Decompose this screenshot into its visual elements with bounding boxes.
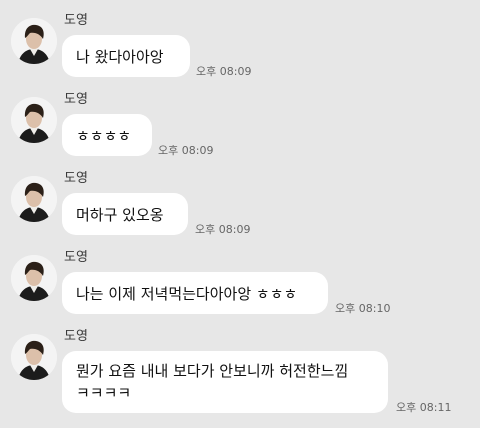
profile-photo-icon	[11, 255, 57, 301]
message-bubble[interactable]: 머하구 있오옹	[62, 193, 188, 235]
message-timestamp: 오후 08:09	[196, 65, 252, 78]
profile-photo-icon	[11, 18, 57, 64]
message-timestamp: 오후 08:09	[158, 144, 214, 157]
message-text: 나는 이제 저녁먹는다아아앙 ㅎㅎㅎ	[76, 284, 298, 303]
message-timestamp: 오후 08:11	[396, 401, 452, 414]
message-timestamp: 오후 08:10	[335, 302, 391, 315]
profile-photo-icon	[11, 334, 57, 380]
message-text: 머하구 있오옹	[76, 205, 164, 224]
message-timestamp: 오후 08:09	[195, 223, 251, 236]
message-bubble[interactable]: 나는 이제 저녁먹는다아아앙 ㅎㅎㅎ	[62, 272, 328, 314]
sender-name: 도영	[64, 329, 88, 344]
message-bubble[interactable]: 나 왔다아아앙	[62, 35, 190, 77]
sender-name: 도영	[64, 171, 88, 186]
message-text-line: ㅋㅋㅋㅋ	[76, 384, 132, 402]
profile-photo-icon	[11, 97, 57, 143]
sender-avatar[interactable]	[11, 255, 57, 301]
message-bubble[interactable]: ㅎㅎㅎㅎ	[62, 114, 152, 156]
sender-avatar[interactable]	[11, 176, 57, 222]
chat-thread: 도영 나 왔다아아앙 오후 08:09 도영 ㅎㅎㅎㅎ 오후 08:09 도영 …	[0, 0, 480, 428]
sender-name: 도영	[64, 250, 88, 265]
message-bubble[interactable]: 뭔가 요즘 내내 보다가 안보니까 허전한느낌 ㅋㅋㅋㅋ	[62, 351, 388, 413]
message-text-line: 뭔가 요즘 내내 보다가 안보니까 허전한느낌	[76, 362, 349, 380]
message-text: 나 왔다아아앙	[76, 47, 164, 66]
sender-avatar[interactable]	[11, 97, 57, 143]
sender-avatar[interactable]	[11, 334, 57, 380]
sender-name: 도영	[64, 92, 88, 107]
profile-photo-icon	[11, 176, 57, 222]
sender-avatar[interactable]	[11, 18, 57, 64]
message-text: ㅎㅎㅎㅎ	[76, 126, 132, 145]
sender-name: 도영	[64, 13, 88, 28]
